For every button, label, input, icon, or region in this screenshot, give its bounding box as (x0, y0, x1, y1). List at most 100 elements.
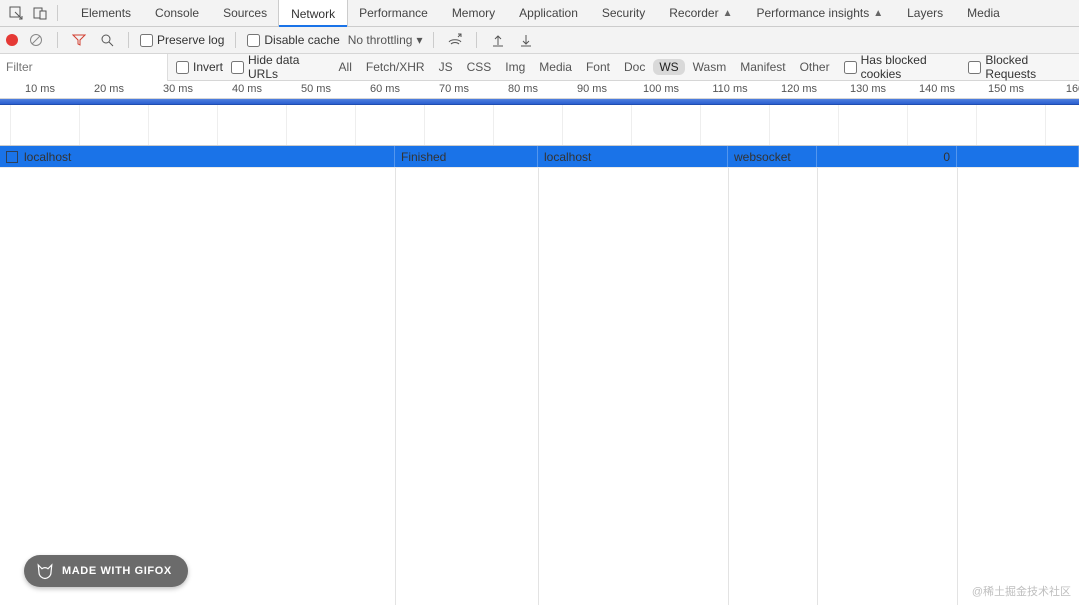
type-filter-fetch-xhr[interactable]: Fetch/XHR (360, 59, 431, 75)
tab-console[interactable]: Console (143, 0, 211, 27)
flask-icon: ▲ (873, 8, 883, 19)
resource-type-filters: AllFetch/XHRJSCSSImgMediaFontDocWSWasmMa… (333, 59, 836, 75)
devtools-topbar: ElementsConsoleSourcesNetworkPerformance… (0, 0, 1079, 27)
preserve-log-checkbox[interactable]: Preserve log (140, 33, 224, 47)
type-filter-media[interactable]: Media (533, 59, 578, 75)
tab-performance-insights[interactable]: Performance insights▲ (745, 0, 896, 27)
type-filter-all[interactable]: All (333, 59, 358, 75)
flask-icon: ▲ (723, 8, 733, 19)
table-grid-lines (0, 168, 1079, 605)
inspect-icon[interactable] (6, 3, 26, 23)
separator (433, 32, 434, 48)
tick: 10 ms (25, 83, 55, 95)
tick: 150 ms (988, 83, 1024, 95)
tab-memory[interactable]: Memory (440, 0, 507, 27)
tick: 100 ms (643, 83, 679, 95)
type-filter-js[interactable]: JS (433, 59, 459, 75)
tab-network[interactable]: Network (279, 0, 347, 27)
tick: 130 ms (850, 83, 886, 95)
disable-cache-checkbox[interactable]: Disable cache (247, 33, 339, 47)
tick: 70 ms (439, 83, 469, 95)
tick: 80 ms (508, 83, 538, 95)
filter-input[interactable] (0, 54, 168, 81)
tick: 110 ms (712, 83, 747, 95)
network-conditions-icon[interactable] (445, 30, 465, 50)
upload-har-icon[interactable] (488, 30, 508, 50)
tab-sources[interactable]: Sources (211, 0, 279, 27)
separator (57, 5, 58, 21)
preserve-log-input[interactable] (140, 34, 153, 47)
tick: 20 ms (94, 83, 124, 95)
tab-application[interactable]: Application (507, 0, 590, 27)
has-blocked-cookies-checkbox[interactable]: Has blocked cookies (844, 53, 961, 81)
invert-checkbox[interactable]: Invert (176, 60, 223, 74)
panel-tabs: ElementsConsoleSourcesNetworkPerformance… (69, 0, 1012, 27)
type-filter-font[interactable]: Font (580, 59, 616, 75)
cell-type: websocket (734, 150, 791, 164)
timeline-ruler[interactable]: 10 ms 20 ms 30 ms 40 ms 50 ms 60 ms 70 ms 80 ms… (0, 81, 1079, 99)
tick: 60 ms (370, 83, 400, 95)
has-blocked-label: Has blocked cookies (861, 53, 961, 81)
overview-strip[interactable] (0, 99, 1079, 146)
tab-layers[interactable]: Layers (895, 0, 955, 27)
filter-toggle-icon[interactable] (69, 30, 89, 50)
separator (128, 32, 129, 48)
invert-input[interactable] (176, 61, 189, 74)
record-button[interactable] (6, 34, 18, 46)
separator (57, 32, 58, 48)
gifox-badge: MADE WITH GIFOX (24, 555, 188, 587)
blocked-requests-label: Blocked Requests (985, 53, 1073, 81)
tick: 50 ms (301, 83, 331, 95)
throttling-value: No throttling (348, 33, 413, 47)
tick: 90 ms (577, 83, 607, 95)
disable-cache-input[interactable] (247, 34, 260, 47)
device-toggle-icon[interactable] (30, 3, 50, 23)
separator (235, 32, 236, 48)
cell-name: localhost (24, 150, 71, 164)
type-filter-wasm[interactable]: Wasm (687, 59, 733, 75)
clear-icon[interactable] (26, 30, 46, 50)
search-icon[interactable] (97, 30, 117, 50)
type-filter-other[interactable]: Other (794, 59, 836, 75)
overview-bar (0, 99, 1079, 105)
cell-cookies: 0 (943, 150, 950, 164)
preserve-log-label: Preserve log (157, 33, 224, 47)
watermark: @稀土掘金技术社区 (972, 583, 1071, 599)
hide-data-urls-input[interactable] (231, 61, 244, 74)
type-filter-doc[interactable]: Doc (618, 59, 651, 75)
tab-performance[interactable]: Performance (347, 0, 440, 27)
chevron-down-icon: ▾ (416, 33, 422, 47)
hide-data-urls-label: Hide data URLs (248, 53, 325, 81)
type-filter-manifest[interactable]: Manifest (734, 59, 791, 75)
table-row[interactable]: localhost Finished localhost websocket 0 (0, 146, 1079, 168)
filter-bar: Invert Hide data URLs AllFetch/XHRJSCSSI… (0, 54, 1079, 81)
cell-status: Finished (401, 150, 446, 164)
gifox-label: MADE WITH GIFOX (62, 565, 172, 577)
blocked-requests-input[interactable] (968, 61, 981, 74)
cell-domain: localhost (544, 150, 591, 164)
has-blocked-input[interactable] (844, 61, 857, 74)
separator (476, 32, 477, 48)
tick: 30 ms (163, 83, 193, 95)
tab-elements[interactable]: Elements (69, 0, 143, 27)
tick: 160 (1066, 83, 1079, 95)
type-filter-img[interactable]: Img (499, 59, 531, 75)
tab-media[interactable]: Media (955, 0, 1012, 27)
download-har-icon[interactable] (516, 30, 536, 50)
tick: 120 ms (781, 83, 817, 95)
tab-security[interactable]: Security (590, 0, 657, 27)
hide-data-urls-checkbox[interactable]: Hide data URLs (231, 53, 325, 81)
blocked-requests-checkbox[interactable]: Blocked Requests (968, 53, 1073, 81)
network-toolbar: Preserve log Disable cache No throttling… (0, 27, 1079, 54)
type-filter-ws[interactable]: WS (653, 59, 684, 75)
type-filter-css[interactable]: CSS (461, 59, 498, 75)
tick: 140 ms (919, 83, 955, 95)
invert-label: Invert (193, 60, 223, 74)
tick: 40 ms (232, 83, 262, 95)
throttling-select[interactable]: No throttling ▾ (348, 33, 423, 47)
disable-cache-label: Disable cache (264, 33, 339, 47)
tab-recorder[interactable]: Recorder▲ (657, 0, 744, 27)
fox-icon (36, 562, 54, 580)
requests-table-body: localhost Finished localhost websocket 0 (0, 146, 1079, 605)
file-icon (6, 151, 18, 163)
